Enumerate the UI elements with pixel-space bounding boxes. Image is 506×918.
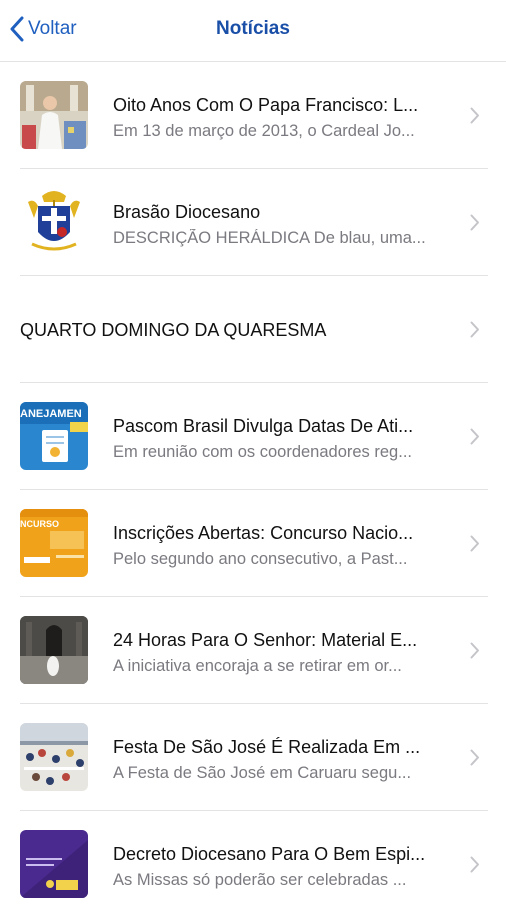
- page-title: Notícias: [216, 18, 290, 39]
- news-item[interactable]: NCURSO Inscrições Abertas: Concurso Naci…: [0, 490, 506, 597]
- news-item[interactable]: QUARTO DOMINGO DA QUARESMA: [0, 276, 506, 383]
- thumb-banner-text: NCURSO: [20, 519, 59, 529]
- chevron-right-icon: [470, 428, 480, 445]
- chevron-right-icon: [470, 107, 480, 124]
- news-subtitle: As Missas só poderão ser celebradas ...: [113, 871, 407, 889]
- news-list: Oito Anos Com O Papa Francisco: L... Em …: [0, 62, 506, 918]
- thumb-banner-text: ANEJAMEN: [20, 408, 82, 420]
- navigation-bar: Voltar Notícias: [0, 0, 506, 62]
- news-title: Oito Anos Com O Papa Francisco: L...: [113, 95, 419, 115]
- news-item[interactable]: Oito Anos Com O Papa Francisco: L... Em …: [0, 62, 506, 169]
- news-item[interactable]: Festa De São José É Realizada Em ... A F…: [0, 704, 506, 811]
- news-item[interactable]: Brasão Diocesano DESCRIÇÃO HERÁLDICA De …: [0, 169, 506, 276]
- news-thumbnail: [20, 188, 88, 256]
- news-subtitle: DESCRIÇÃO HERÁLDICA De blau, uma...: [113, 229, 426, 247]
- news-title: 24 Horas Para O Senhor: Material E...: [113, 630, 418, 650]
- news-thumbnail: [20, 81, 88, 149]
- news-thumbnail: ANEJAMEN: [20, 402, 88, 470]
- chevron-right-icon: [470, 856, 480, 873]
- news-subtitle: A Festa de São José em Caruaru segu...: [113, 764, 412, 782]
- news-item[interactable]: 24 Horas Para O Senhor: Material E... A …: [0, 597, 506, 704]
- news-title: Festa De São José É Realizada Em ...: [113, 737, 421, 757]
- chevron-right-icon: [470, 642, 480, 659]
- news-title: Decreto Diocesano Para O Bem Espi...: [113, 844, 426, 864]
- news-thumbnail: NCURSO: [20, 509, 88, 577]
- news-subtitle: Em reunião com os coordenadores reg...: [113, 443, 412, 461]
- news-title: Pascom Brasil Divulga Datas De Ati...: [113, 416, 414, 436]
- chevron-right-icon: [470, 214, 480, 231]
- news-thumbnail: [20, 616, 88, 684]
- news-title: QUARTO DOMINGO DA QUARESMA: [20, 320, 327, 340]
- news-thumbnail: [20, 830, 88, 898]
- news-title: Brasão Diocesano: [113, 202, 261, 222]
- news-item[interactable]: Decreto Diocesano Para O Bem Espi... As …: [0, 811, 506, 918]
- chevron-right-icon: [470, 749, 480, 766]
- chevron-right-icon: [470, 535, 480, 552]
- news-item[interactable]: ANEJAMEN Pascom Brasil Divulga Datas De …: [0, 383, 506, 490]
- chevron-right-icon: [470, 321, 480, 338]
- news-thumbnail: [20, 723, 88, 791]
- news-subtitle: Pelo segundo ano consecutivo, a Past...: [113, 550, 408, 568]
- news-title: Inscrições Abertas: Concurso Nacio...: [113, 523, 414, 543]
- news-subtitle: Em 13 de março de 2013, o Cardeal Jo...: [113, 122, 415, 140]
- news-subtitle: A iniciativa encoraja a se retirar em or…: [113, 657, 402, 675]
